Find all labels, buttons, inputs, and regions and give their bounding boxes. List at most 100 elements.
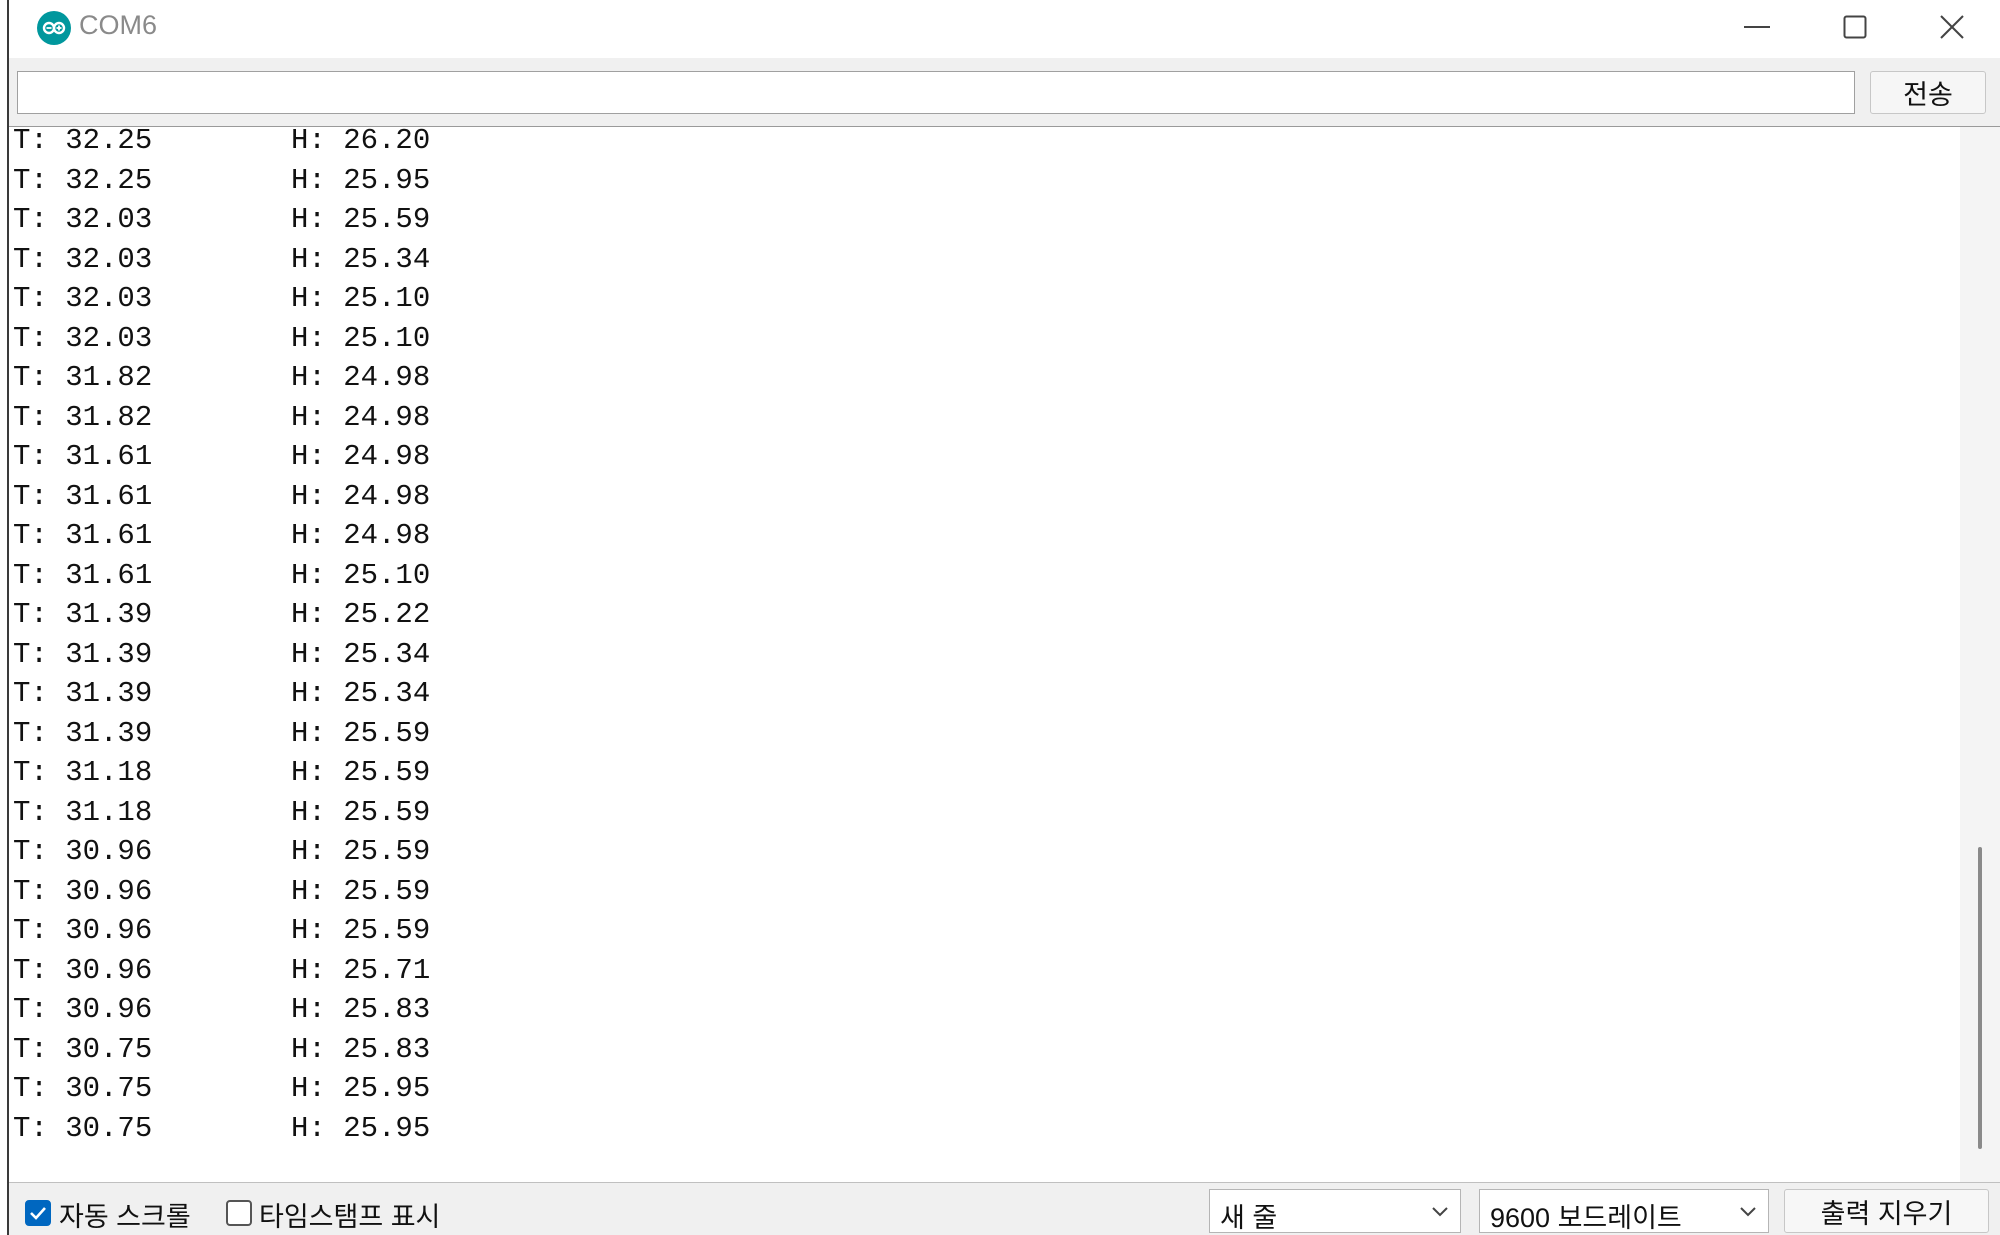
humidity-value: H: 25.10 <box>291 321 431 355</box>
temperature-value: T: 30.96 <box>13 874 153 908</box>
humidity-value: H: 25.59 <box>291 756 431 789</box>
temperature-value: T: 31.61 <box>13 558 153 592</box>
temperature-value: T: 30.75 <box>13 1111 153 1145</box>
humidity-value: H: 24.98 <box>291 400 431 434</box>
temperature-value: T: 31.61 <box>13 479 153 513</box>
humidity-value: H: 25.71 <box>291 953 431 987</box>
humidity-value: H: 25.34 <box>291 677 431 710</box>
output-line: T: 32.03 H: 25.10 <box>13 319 430 359</box>
humidity-value: H: 25.34 <box>291 637 431 671</box>
output-line: T: 30.96 H: 25.59 <box>13 832 430 872</box>
temperature-value: T: 31.39 <box>13 716 153 750</box>
temperature-value: T: 30.96 <box>13 993 153 1026</box>
line-ending-value: 새 줄 <box>1220 1203 1278 1233</box>
humidity-value: H: 25.59 <box>291 914 431 947</box>
output-line: T: 30.75 H: 25.95 <box>13 1069 430 1109</box>
baud-rate-value: 9600 보드레이트 <box>1490 1203 1682 1233</box>
minimize-button[interactable] <box>1709 0 1805 54</box>
temperature-value: T: 31.18 <box>13 756 153 789</box>
output-line: T: 31.39 H: 25.22 <box>13 595 430 635</box>
humidity-value: H: 24.98 <box>291 479 431 513</box>
output-line: T: 31.61 H: 24.98 <box>13 477 430 517</box>
temperature-value: T: 31.39 <box>13 637 153 671</box>
temperature-value: T: 31.61 <box>13 519 153 552</box>
temperature-value: T: 32.25 <box>13 163 153 197</box>
timestamp-label[interactable]: 타임스탬프 표시 <box>259 1195 440 1234</box>
temperature-value: T: 31.39 <box>13 677 153 710</box>
humidity-value: H: 25.59 <box>291 874 431 908</box>
humidity-value: H: 25.59 <box>291 716 431 750</box>
output-line: T: 32.03 H: 25.10 <box>13 279 430 319</box>
maximize-icon <box>1843 15 1867 39</box>
temperature-value: T: 32.03 <box>13 203 153 236</box>
output-line: T: 31.82 H: 24.98 <box>13 358 430 398</box>
temperature-value: T: 32.03 <box>13 321 153 355</box>
output-line: T: 31.39 H: 25.34 <box>13 674 430 714</box>
close-icon <box>1940 15 1964 39</box>
output-line: T: 30.96 H: 25.83 <box>13 990 430 1030</box>
humidity-value: H: 25.59 <box>291 203 431 236</box>
humidity-value: H: 25.83 <box>291 1032 431 1066</box>
output-line: T: 31.61 H: 24.98 <box>13 437 430 477</box>
humidity-value: H: 25.59 <box>291 795 431 829</box>
clear-output-button[interactable]: 출력 지우기 <box>1784 1189 1989 1233</box>
close-button[interactable] <box>1904 0 2000 54</box>
output-line: T: 31.61 H: 24.98 <box>13 516 430 556</box>
title-bar[interactable]: COM6 <box>9 0 2000 58</box>
temperature-value: T: 32.25 <box>13 126 153 157</box>
humidity-value: H: 26.20 <box>291 126 431 157</box>
output-line: T: 31.39 H: 25.59 <box>13 714 430 754</box>
status-bar: 자동 스크롤 타임스탬프 표시 새 줄 9600 보드레이트 출력 지우기 <box>9 1182 2000 1235</box>
checkmark-icon <box>30 1207 46 1220</box>
send-toolbar: 전송 <box>9 58 2000 126</box>
scrollbar-thumb[interactable] <box>1978 847 1982 1149</box>
humidity-value: H: 24.98 <box>291 440 431 473</box>
temperature-value: T: 31.82 <box>13 400 153 434</box>
timestamp-checkbox[interactable] <box>226 1200 252 1226</box>
output-line: T: 32.25 H: 26.20 <box>13 126 431 161</box>
temperature-value: T: 30.75 <box>13 1032 153 1066</box>
humidity-value: H: 25.95 <box>291 1072 431 1105</box>
humidity-value: H: 25.59 <box>291 835 431 868</box>
vertical-scrollbar[interactable] <box>1960 127 2000 1183</box>
humidity-value: H: 25.10 <box>291 558 431 592</box>
humidity-value: H: 25.83 <box>291 993 431 1026</box>
output-line: T: 30.96 H: 25.59 <box>13 872 430 912</box>
autoscroll-label[interactable]: 자동 스크롤 <box>59 1195 191 1234</box>
output-line: T: 31.61 H: 25.10 <box>13 556 430 596</box>
temperature-value: T: 31.39 <box>13 598 153 631</box>
output-line: T: 31.39 H: 25.34 <box>13 635 430 675</box>
minimize-icon <box>1744 26 1770 28</box>
humidity-value: H: 24.98 <box>291 519 431 552</box>
output-line: T: 31.82 H: 24.98 <box>13 398 430 438</box>
humidity-value: H: 24.98 <box>291 361 431 394</box>
output-line: T: 30.96 H: 25.71 <box>13 951 430 991</box>
humidity-value: H: 25.34 <box>291 242 431 276</box>
maximize-button[interactable] <box>1807 0 1903 54</box>
output-line: T: 32.25 H: 25.95 <box>13 161 430 201</box>
output-line: T: 32.03 H: 25.34 <box>13 240 430 280</box>
output-line: T: 30.75 H: 25.95 <box>13 1109 430 1149</box>
temperature-value: T: 31.82 <box>13 361 153 394</box>
arduino-logo-icon <box>37 11 71 45</box>
window-title: COM6 <box>79 10 158 40</box>
temperature-value: T: 32.03 <box>13 282 153 315</box>
humidity-value: H: 25.95 <box>291 1111 431 1145</box>
temperature-value: T: 31.18 <box>13 795 153 829</box>
output-line: T: 30.96 H: 25.59 <box>13 911 430 951</box>
serial-output-area[interactable]: T: 32.25 H: 26.20 T: 32.25 H: 25.95 T: 32.03… <box>9 126 2000 1183</box>
humidity-value: H: 25.95 <box>291 163 431 197</box>
autoscroll-checkbox[interactable] <box>25 1200 51 1226</box>
temperature-value: T: 32.03 <box>13 242 153 276</box>
temperature-value: T: 30.96 <box>13 835 153 868</box>
serial-monitor-window: COM6 전송 T: 32.25 H: 26.20 T: 32.25 H: 25.95… <box>0 0 2000 1235</box>
serial-send-input[interactable] <box>17 71 1855 114</box>
humidity-value: H: 25.10 <box>291 282 431 315</box>
line-ending-select[interactable]: 새 줄 <box>1209 1189 1461 1233</box>
temperature-value: T: 30.96 <box>13 914 153 947</box>
baud-rate-select[interactable]: 9600 보드레이트 <box>1479 1189 1769 1233</box>
output-line: T: 30.75 H: 25.83 <box>13 1030 430 1070</box>
send-button[interactable]: 전송 <box>1870 71 1986 114</box>
temperature-value: T: 30.96 <box>13 953 153 987</box>
serial-output-text: T: 32.25 H: 26.20 T: 32.25 H: 25.95 T: 32.03… <box>13 126 431 1149</box>
